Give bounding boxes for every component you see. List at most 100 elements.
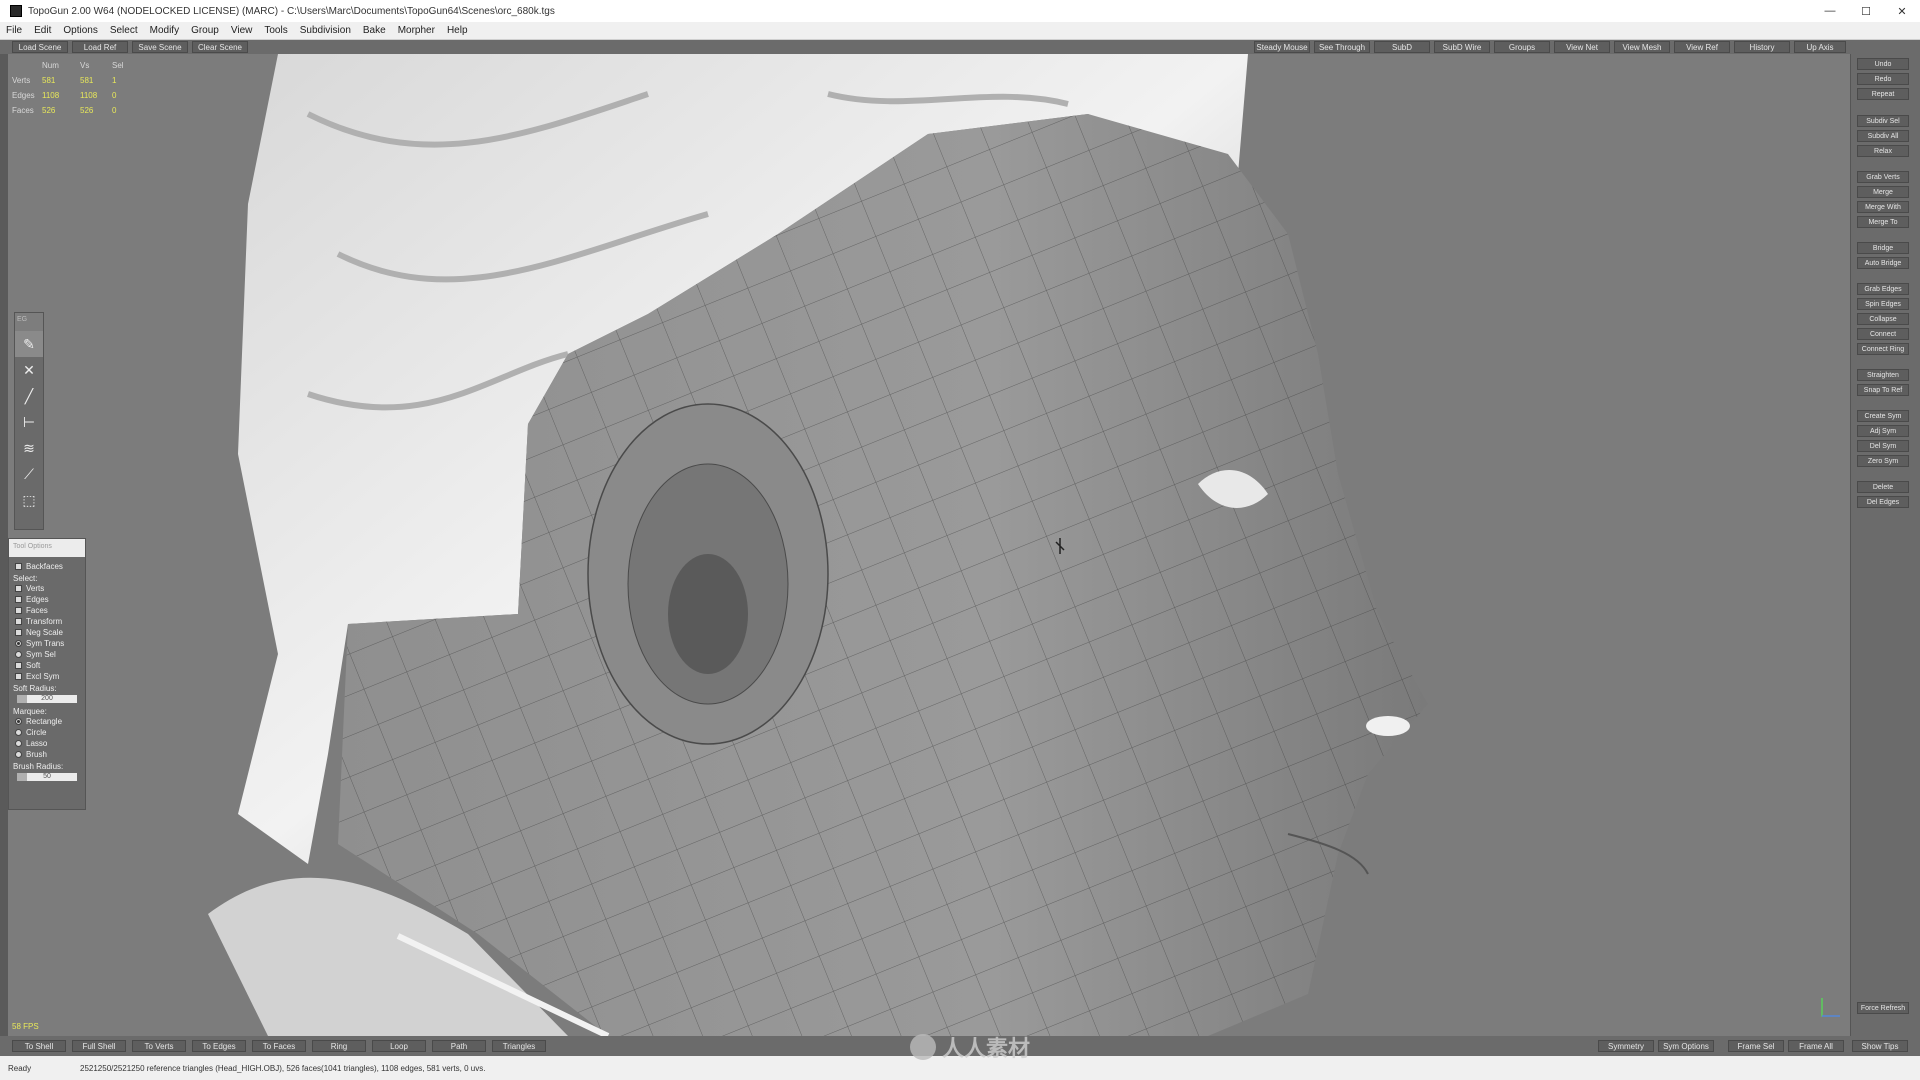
menu-help[interactable]: Help [441, 25, 474, 36]
groups-button[interactable]: Groups [1494, 41, 1550, 53]
save-scene-button[interactable]: Save Scene [132, 41, 188, 53]
merge-button[interactable]: Merge [1857, 186, 1909, 198]
spin-edges-button[interactable]: Spin Edges [1857, 298, 1909, 310]
force-refresh-button[interactable]: Force Refresh [1857, 1002, 1909, 1014]
sym-trans-radio[interactable] [15, 640, 22, 647]
steady-mouse-button[interactable]: Steady Mouse [1254, 41, 1310, 53]
menu-edit[interactable]: Edit [28, 25, 57, 36]
del-edges-button[interactable]: Del Edges [1857, 496, 1909, 508]
draw-tool-icon[interactable]: ╱ [15, 383, 43, 409]
del-sym-button[interactable]: Del Sym [1857, 440, 1909, 452]
symmetry-button[interactable]: Symmetry [1598, 1040, 1654, 1052]
view-net-button[interactable]: View Net [1554, 41, 1610, 53]
cut-tool-icon[interactable]: ✕ [15, 357, 43, 383]
marquee-tool-icon[interactable]: ⬚ [15, 487, 43, 513]
bridge-tool-icon[interactable]: ⊢ [15, 409, 43, 435]
minimize-button[interactable]: — [1812, 0, 1848, 22]
transform-checkbox[interactable] [15, 618, 22, 625]
pick-tool-icon[interactable]: ✎ [15, 331, 43, 357]
verts-checkbox[interactable] [15, 585, 22, 592]
undo-button[interactable]: Undo [1857, 58, 1909, 70]
auto-bridge-button[interactable]: Auto Bridge [1857, 257, 1909, 269]
zero-sym-button[interactable]: Zero Sym [1857, 455, 1909, 467]
subd-wire-button[interactable]: SubD Wire [1434, 41, 1490, 53]
paint-tool-icon[interactable]: ⟋ [15, 461, 43, 487]
maximize-button[interactable]: ☐ [1848, 0, 1884, 22]
full-shell-button[interactable]: Full Shell [72, 1040, 126, 1052]
menu-group[interactable]: Group [185, 25, 225, 36]
straighten-button[interactable]: Straighten [1857, 369, 1909, 381]
load-scene-button[interactable]: Load Scene [12, 41, 68, 53]
close-button[interactable]: ✕ [1884, 0, 1920, 22]
edges-label: Edges [26, 595, 49, 604]
stats-label: Edges [12, 91, 35, 100]
to-edges-button[interactable]: To Edges [192, 1040, 246, 1052]
stats-header-vs: Vs [80, 61, 90, 70]
view-mesh-button[interactable]: View Mesh [1614, 41, 1670, 53]
redo-button[interactable]: Redo [1857, 73, 1909, 85]
connect-ring-button[interactable]: Connect Ring [1857, 343, 1909, 355]
adj-sym-button[interactable]: Adj Sym [1857, 425, 1909, 437]
brush-radio[interactable] [15, 751, 22, 758]
triangles-button[interactable]: Triangles [492, 1040, 546, 1052]
merge-to-button[interactable]: Merge To [1857, 216, 1909, 228]
bridge-button[interactable]: Bridge [1857, 242, 1909, 254]
edges-checkbox[interactable] [15, 596, 22, 603]
menu-options[interactable]: Options [57, 25, 103, 36]
see-through-button[interactable]: See Through [1314, 41, 1370, 53]
view-ref-button[interactable]: View Ref [1674, 41, 1730, 53]
faces-checkbox[interactable] [15, 607, 22, 614]
grab-edges-button[interactable]: Grab Edges [1857, 283, 1909, 295]
backfaces-checkbox[interactable] [15, 563, 22, 570]
menu-bake[interactable]: Bake [357, 25, 392, 36]
relax-button[interactable]: Relax [1857, 145, 1909, 157]
snap-to-ref-button[interactable]: Snap To Ref [1857, 384, 1909, 396]
sym-options-button[interactable]: Sym Options [1658, 1040, 1714, 1052]
ring-button[interactable]: Ring [312, 1040, 366, 1052]
connect-button[interactable]: Connect [1857, 328, 1909, 340]
menu-morpher[interactable]: Morpher [392, 25, 441, 36]
grab-verts-button[interactable]: Grab Verts [1857, 171, 1909, 183]
merge-with-button[interactable]: Merge With [1857, 201, 1909, 213]
frame-sel-button[interactable]: Frame Sel [1728, 1040, 1784, 1052]
create-sym-button[interactable]: Create Sym [1857, 410, 1909, 422]
repeat-button[interactable]: Repeat [1857, 88, 1909, 100]
to-verts-button[interactable]: To Verts [132, 1040, 186, 1052]
lasso-radio[interactable] [15, 740, 22, 747]
rectangle-radio[interactable] [15, 718, 22, 725]
to-faces-button[interactable]: To Faces [252, 1040, 306, 1052]
menu-file[interactable]: File [0, 25, 28, 36]
loop-button[interactable]: Loop [372, 1040, 426, 1052]
soft-radius-slider[interactable]: 200 [17, 695, 77, 703]
delete-button[interactable]: Delete [1857, 481, 1909, 493]
soft-checkbox[interactable] [15, 662, 22, 669]
tool-options-header: Tool Options [9, 539, 85, 557]
history-button[interactable]: History [1734, 41, 1790, 53]
menu-view[interactable]: View [225, 25, 259, 36]
collapse-button[interactable]: Collapse [1857, 313, 1909, 325]
clear-scene-button[interactable]: Clear Scene [192, 41, 248, 53]
3d-viewport[interactable] [8, 54, 1850, 1036]
menu-tools[interactable]: Tools [258, 25, 293, 36]
neg-scale-checkbox[interactable] [15, 629, 22, 636]
brush-tool-icon[interactable]: ≋ [15, 435, 43, 461]
subdiv-all-button[interactable]: Subdiv All [1857, 130, 1909, 142]
menu-select[interactable]: Select [104, 25, 144, 36]
frame-all-button[interactable]: Frame All [1788, 1040, 1844, 1052]
show-tips-button[interactable]: Show Tips [1852, 1040, 1908, 1052]
menu-modify[interactable]: Modify [144, 25, 185, 36]
excl-sym-checkbox[interactable] [15, 673, 22, 680]
sym-sel-radio[interactable] [15, 651, 22, 658]
circle-radio[interactable] [15, 729, 22, 736]
watermark: 人人素材 [870, 1032, 1070, 1062]
menu-subdivision[interactable]: Subdivision [294, 25, 357, 36]
path-button[interactable]: Path [432, 1040, 486, 1052]
subdiv-sel-button[interactable]: Subdiv Sel [1857, 115, 1909, 127]
subd-button[interactable]: SubD [1374, 41, 1430, 53]
brush-radius-slider[interactable]: 50 [17, 773, 77, 781]
soft-radius-value: 200 [41, 695, 53, 702]
load-ref-button[interactable]: Load Ref [72, 41, 128, 53]
up-axis-button[interactable]: Up Axis [1794, 41, 1846, 53]
faces-label: Faces [26, 606, 48, 615]
to-shell-button[interactable]: To Shell [12, 1040, 66, 1052]
